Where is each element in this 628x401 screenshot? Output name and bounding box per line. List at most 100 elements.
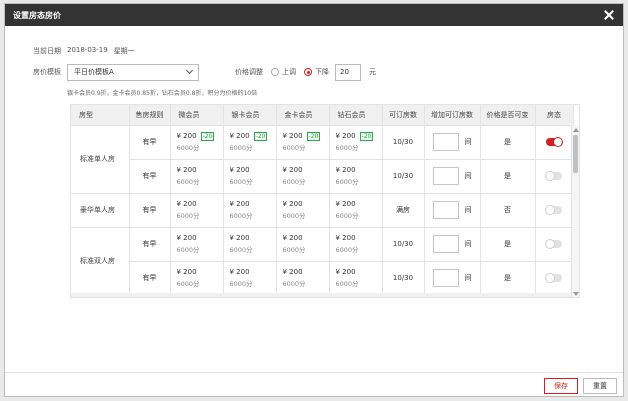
price-value: ¥ 200 xyxy=(176,166,197,174)
price-cell-micro[interactable]: ¥ 200 -20 6000分 xyxy=(170,125,224,160)
points-value: 6000分 xyxy=(282,212,306,220)
points-value: 6000分 xyxy=(335,280,359,288)
vertical-scrollbar[interactable] xyxy=(571,125,579,297)
discount-tag: -20 xyxy=(200,131,215,141)
price-variable-cell: 是 xyxy=(480,227,536,262)
scroll-up-arrow-icon[interactable] xyxy=(573,128,579,132)
close-icon[interactable] xyxy=(604,10,614,20)
price-cell-diamond[interactable]: ¥ 200 6000分 xyxy=(329,227,383,262)
price-line: ¥ 200 xyxy=(283,266,329,278)
price-cell-micro[interactable]: ¥ 200 6000分 xyxy=(170,193,224,228)
scroll-thumb[interactable] xyxy=(573,135,578,173)
add-rooms-input[interactable] xyxy=(432,201,459,219)
member-discount-note: 银卡会员0.9折，金卡会员0.85折，钻石会员0.8折，积分为价格的10倍 xyxy=(67,90,258,97)
horizontal-scrollbar[interactable] xyxy=(71,293,573,297)
scroll-down-arrow-icon[interactable] xyxy=(573,292,579,296)
points-value: 6000分 xyxy=(176,178,200,186)
room-status-price-dialog: 设置房态房价 当前日期 2018-03-19 星期一 房价模板 平日价模板A 价… xyxy=(4,3,624,397)
room-status-toggle[interactable] xyxy=(546,137,563,147)
template-select[interactable]: 平日价模板A xyxy=(67,63,199,81)
price-cell-silver[interactable]: ¥ 200 -20 6000分 xyxy=(223,125,277,160)
sale-rule-cell: 有早 xyxy=(129,227,171,262)
table-row: 有早 ¥ 200 6000分 ¥ 200 6000分 ¥ 200 6000分 ¥ 200 600… xyxy=(71,159,574,194)
dialog-title: 设置房态房价 xyxy=(13,10,61,20)
points-value: 6000分 xyxy=(176,280,200,288)
price-cell-diamond[interactable]: ¥ 200 6000分 xyxy=(329,159,383,194)
add-rooms-input[interactable] xyxy=(432,133,459,151)
price-line: ¥ 200 xyxy=(177,198,223,210)
template-row: 房价模板 平日价模板A 价格调整 上调 下降 20 元 xyxy=(33,63,393,81)
radio-increase[interactable]: 上调 xyxy=(271,67,296,77)
table-row: 标准双人房 有早 ¥ 200 6000分 ¥ 200 6000分 ¥ 200 6000分 ¥ 2… xyxy=(71,227,574,296)
price-value: ¥ 200 xyxy=(335,200,356,208)
price-line: ¥ 200 xyxy=(177,164,223,176)
price-cell-gold[interactable]: ¥ 200 6000分 xyxy=(276,261,330,296)
save-button[interactable]: 保存 xyxy=(544,378,578,394)
price-cell-silver[interactable]: ¥ 200 6000分 xyxy=(223,227,277,262)
available-rooms-cell: 10/30 xyxy=(382,227,425,262)
radio-decrease-dot[interactable] xyxy=(304,68,312,76)
add-rooms-unit: 间 xyxy=(464,240,472,248)
add-rooms-input[interactable] xyxy=(432,269,459,287)
price-line: ¥ 200 -20 xyxy=(177,130,223,142)
header-room-type: 房型 xyxy=(71,105,130,126)
price-cell-diamond[interactable]: ¥ 200 -20 6000分 xyxy=(329,125,383,160)
price-line: ¥ 200 xyxy=(336,198,382,210)
reset-button[interactable]: 重置 xyxy=(583,378,617,394)
current-date-label: 当前日期 xyxy=(33,47,61,55)
table-row: 豪华单人房 有早 ¥ 200 6000分 ¥ 200 6000分 ¥ 200 6000分 ¥ 2… xyxy=(71,193,574,228)
radio-increase-dot[interactable] xyxy=(271,68,279,76)
points-value: 6000分 xyxy=(229,280,253,288)
add-rooms-group: 间 xyxy=(425,235,480,253)
price-variable-cell: 是 xyxy=(480,159,536,194)
header-gold-member: 金卡会员 xyxy=(276,105,330,126)
price-cell-gold[interactable]: ¥ 200 6000分 xyxy=(276,159,330,194)
price-value: ¥ 200 xyxy=(282,268,303,276)
points-value: 6000分 xyxy=(229,178,253,186)
price-cell-diamond[interactable]: ¥ 200 6000分 xyxy=(329,261,383,296)
price-value: ¥ 200 xyxy=(282,200,303,208)
current-date-row: 当前日期 2018-03-19 星期一 xyxy=(33,46,135,56)
price-cell-gold[interactable]: ¥ 200 -20 6000分 xyxy=(276,125,330,160)
price-cell-micro[interactable]: ¥ 200 6000分 xyxy=(170,159,224,194)
available-rooms-cell: 10/30 xyxy=(382,261,425,296)
radio-decrease[interactable]: 下降 xyxy=(304,67,329,77)
add-rooms-input[interactable] xyxy=(432,167,459,185)
room-status-toggle[interactable] xyxy=(545,239,562,249)
price-value: ¥ 200 xyxy=(282,132,303,140)
available-rooms-cell: 10/30 xyxy=(382,125,425,160)
price-line: ¥ 200 -20 xyxy=(283,130,329,142)
price-cell-silver[interactable]: ¥ 200 6000分 xyxy=(223,261,277,296)
room-status-toggle[interactable] xyxy=(545,273,562,283)
room-status-toggle[interactable] xyxy=(545,205,562,215)
price-cell-micro[interactable]: ¥ 200 6000分 xyxy=(170,261,224,296)
price-value: ¥ 200 xyxy=(229,234,250,242)
price-cell-gold[interactable]: ¥ 200 6000分 xyxy=(276,193,330,228)
price-value: ¥ 200 xyxy=(176,200,197,208)
points-value: 6000分 xyxy=(335,246,359,254)
current-date-value: 2018-03-19 xyxy=(67,46,108,54)
room-status-cell xyxy=(535,193,574,228)
points-value: 6000分 xyxy=(176,212,200,220)
price-value: ¥ 200 xyxy=(229,268,250,276)
available-rooms-cell: 10/30 xyxy=(382,159,425,194)
price-line: ¥ 200 -20 xyxy=(336,130,382,142)
price-cell-diamond[interactable]: ¥ 200 6000分 xyxy=(329,193,383,228)
discount-tag: -20 xyxy=(359,131,374,141)
add-rooms-cell: 间 xyxy=(424,159,481,194)
add-rooms-input[interactable] xyxy=(432,235,459,253)
points-value: 6000分 xyxy=(335,144,359,152)
price-cell-silver[interactable]: ¥ 200 6000分 xyxy=(223,193,277,228)
points-value: 6000分 xyxy=(335,212,359,220)
room-status-cell xyxy=(535,125,574,160)
price-cell-silver[interactable]: ¥ 200 6000分 xyxy=(223,159,277,194)
sale-rule-cell: 有早 xyxy=(129,193,171,228)
header-diamond-member: 钻石会员 xyxy=(329,105,383,126)
price-cell-micro[interactable]: ¥ 200 6000分 xyxy=(170,227,224,262)
price-line: ¥ 200 xyxy=(336,164,382,176)
price-value: ¥ 200 xyxy=(176,268,197,276)
adjust-amount-input[interactable]: 20 xyxy=(335,63,361,81)
price-cell-gold[interactable]: ¥ 200 6000分 xyxy=(276,227,330,262)
header-add-rooms: 增加可订房数 xyxy=(424,105,481,126)
room-status-toggle[interactable] xyxy=(545,171,562,181)
